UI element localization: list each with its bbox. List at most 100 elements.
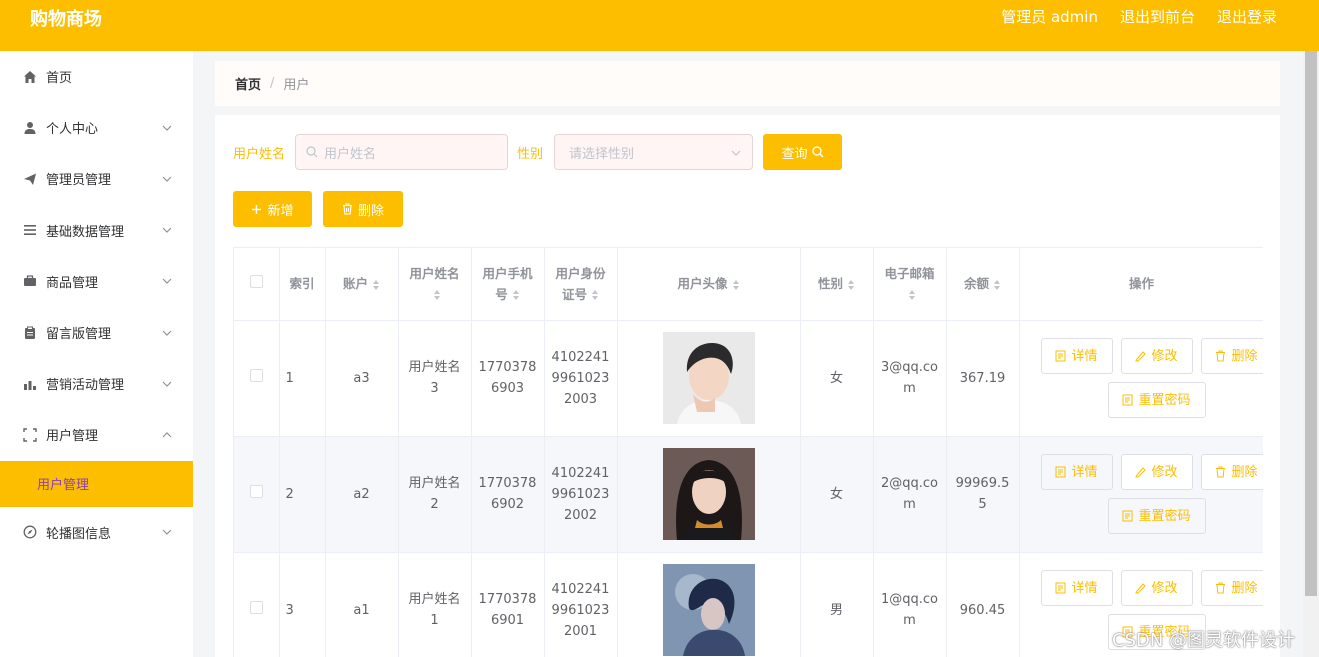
batch-delete-button[interactable]: 删除 (323, 191, 403, 227)
sort-icon[interactable] (908, 289, 916, 301)
detail-button[interactable]: 详情 (1040, 338, 1113, 374)
sidebar-item-user-management[interactable]: 用户管理 (0, 409, 193, 460)
delete-button[interactable]: 删除 (1200, 570, 1263, 606)
row-checkbox[interactable] (249, 600, 263, 614)
sort-icon[interactable] (993, 279, 1001, 291)
sort-icon[interactable] (372, 279, 380, 291)
chevron-up-icon (162, 432, 172, 438)
header-phone[interactable]: 用户手机号 (471, 248, 545, 321)
cell-phone: 17703786901 (471, 552, 545, 657)
home-icon (22, 69, 38, 85)
user-icon (22, 120, 38, 136)
reset-password-button[interactable]: 重置密码 (1107, 382, 1206, 418)
sidebar-item-product-management[interactable]: 商品管理 (0, 256, 193, 307)
gender-select[interactable]: 请选择性别 (554, 134, 754, 170)
header-name[interactable]: 用户姓名 (398, 248, 472, 321)
breadcrumb-separator: / (270, 76, 275, 91)
batch-delete-button-label: 删除 (357, 203, 384, 219)
sidebar-item-personal-center[interactable]: 个人中心 (0, 102, 193, 153)
cell-name: 用户姓名1 (398, 552, 472, 657)
top-header: 购物商场 管理员 admin 退出到前台 退出登录 (0, 0, 1319, 51)
scrollbar-thumb[interactable] (1305, 51, 1317, 596)
sidebar-item-basic-data[interactable]: 基础数据管理 (0, 205, 193, 256)
brand-title: 购物商场 (30, 9, 102, 30)
edit-button[interactable]: 修改 (1120, 570, 1193, 606)
cell-index: 2 (279, 436, 326, 553)
sidebar-item-marketing[interactable]: 营销活动管理 (0, 358, 193, 409)
row-select-cell[interactable] (234, 552, 280, 657)
select-all-cell[interactable] (234, 248, 280, 321)
search-icon (306, 146, 318, 158)
edit-button[interactable]: 修改 (1120, 338, 1193, 374)
row-checkbox[interactable] (249, 368, 263, 382)
reset-password-button[interactable]: 重置密码 (1107, 498, 1206, 534)
chevron-down-icon (162, 330, 172, 336)
sidebar-item-message-board[interactable]: 留言版管理 (0, 307, 193, 358)
name-search-placeholder: 用户姓名 (324, 146, 377, 162)
header-account[interactable]: 账户 (325, 248, 399, 321)
plus-icon (252, 204, 262, 214)
cell-gender: 男 (800, 552, 874, 657)
sidebar-item-carousel[interactable]: 轮播图信息 (0, 507, 193, 558)
list-icon (22, 222, 38, 238)
header-gender[interactable]: 性别 (800, 248, 874, 321)
edit-icon (1135, 467, 1147, 478)
gender-select-placeholder: 请选择性别 (569, 146, 635, 162)
cell-email: 2@qq.com (873, 436, 947, 553)
breadcrumb-home[interactable]: 首页 (235, 74, 261, 93)
edit-icon (1135, 583, 1147, 594)
cell-avatar (617, 552, 801, 657)
sort-icon[interactable] (847, 279, 855, 291)
sidebar-item-label: 管理员管理 (46, 173, 112, 189)
header-index: 索引 (279, 248, 326, 321)
chart-icon (22, 376, 38, 392)
name-search-input[interactable]: 用户姓名 (295, 134, 509, 170)
cell-balance: 367.19 (946, 320, 1020, 437)
row-select-cell[interactable] (234, 320, 280, 437)
submenu-item-user-management[interactable]: 用户管理 (0, 460, 193, 507)
chevron-down-icon (162, 278, 172, 285)
sidebar-item-admin-management[interactable]: 管理员管理 (0, 153, 193, 204)
header-balance[interactable]: 余额 (946, 248, 1020, 321)
cell-id-card: 410224199610232001 (544, 552, 618, 657)
delete-button[interactable]: 删除 (1200, 454, 1263, 490)
delete-button[interactable]: 删除 (1200, 338, 1263, 374)
gender-filter-label: 性别 (517, 146, 544, 162)
edit-button[interactable]: 修改 (1120, 454, 1193, 490)
sort-icon[interactable] (512, 289, 520, 301)
breadcrumb: 首页 / 用户 (215, 61, 1280, 106)
detail-button[interactable]: 详情 (1040, 454, 1113, 490)
search-form: 用户姓名 用户姓名 性别 请选择性别 查询 (233, 134, 843, 170)
logout-link[interactable]: 退出登录 (1217, 6, 1277, 27)
row-select-cell[interactable] (234, 436, 280, 553)
header-id-card[interactable]: 用户身份证号 (544, 248, 618, 321)
cell-email: 1@qq.com (873, 552, 947, 657)
detail-button[interactable]: 详情 (1040, 570, 1113, 606)
header-email[interactable]: 电子邮箱 (873, 248, 947, 321)
vertical-scrollbar[interactable] (1303, 51, 1319, 657)
avatar-image (662, 332, 755, 424)
sort-icon[interactable] (591, 289, 599, 301)
document-icon (1055, 350, 1066, 362)
exit-to-front-link[interactable]: 退出到前台 (1120, 6, 1195, 27)
admin-label: 管理员 admin (1001, 8, 1098, 26)
trash-icon (1216, 582, 1226, 594)
sidebar-item-label: 用户管理 (46, 429, 99, 445)
select-all-checkbox[interactable] (249, 275, 263, 289)
query-button[interactable]: 查询 (763, 134, 843, 170)
sidebar-item-label: 个人中心 (46, 122, 99, 138)
edit-icon (1135, 351, 1147, 362)
add-button-label: 新增 (267, 203, 294, 219)
sort-icon[interactable] (433, 289, 441, 301)
sort-icon[interactable] (732, 279, 740, 291)
add-button[interactable]: 新增 (233, 191, 312, 227)
avatar-image (662, 564, 755, 656)
table-row: 1 a3 用户姓名3 17703786903 41022419961023200… (234, 320, 1263, 437)
trash-icon (1216, 466, 1226, 478)
header-actions: 管理员 admin 退出到前台 退出登录 (1001, 6, 1277, 27)
clipboard-icon (22, 325, 38, 341)
header-avatar[interactable]: 用户头像 (617, 248, 801, 321)
row-checkbox[interactable] (249, 484, 263, 498)
chevron-down-icon (162, 381, 172, 387)
sidebar-item-home[interactable]: 首页 (0, 51, 193, 102)
